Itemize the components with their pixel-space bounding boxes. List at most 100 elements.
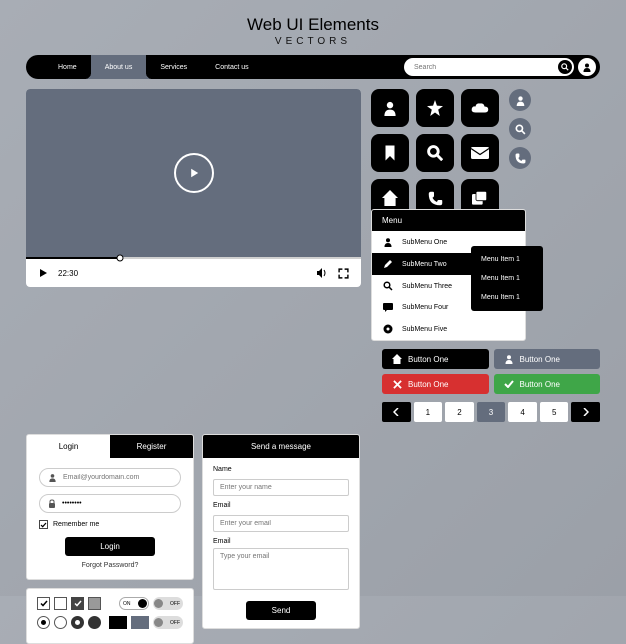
remember-label: Remember me [53, 521, 99, 528]
nav-about[interactable]: About us [91, 55, 147, 79]
chat-icon [383, 303, 393, 312]
fullscreen-icon[interactable] [338, 268, 349, 279]
video-timestamp: 22:30 [58, 269, 78, 278]
radio-empty[interactable] [54, 616, 67, 629]
page-next[interactable] [571, 402, 600, 422]
message-textarea[interactable] [213, 548, 349, 590]
toggle-off-2[interactable]: OFF [153, 616, 183, 629]
search-icon [383, 281, 393, 291]
video-screen[interactable] [26, 89, 361, 257]
button-black[interactable]: Button One [382, 349, 489, 369]
chevron-left-icon [393, 408, 399, 416]
check-icon [504, 380, 514, 388]
play-button[interactable] [174, 153, 214, 193]
avatar-button[interactable] [578, 58, 596, 76]
volume-icon[interactable] [316, 267, 328, 279]
name-input[interactable] [213, 479, 349, 496]
circle-search-icon[interactable] [509, 118, 531, 140]
nav-services[interactable]: Services [146, 55, 201, 79]
page-5[interactable]: 5 [540, 402, 569, 422]
checkbox-dark-checked[interactable] [71, 597, 84, 610]
pagination: 1 2 3 4 5 [382, 402, 600, 422]
checkbox-solid[interactable] [88, 597, 101, 610]
toggle-on[interactable]: ON [119, 597, 149, 610]
page-4[interactable]: 4 [508, 402, 537, 422]
button-grid: Button One Button One Button One Button … [382, 349, 600, 394]
menu-label: SubMenu Five [402, 326, 447, 333]
checkbox-empty[interactable] [54, 597, 67, 610]
radio-selected[interactable] [37, 616, 50, 629]
login-tab[interactable]: Login [27, 435, 110, 458]
flyout-item[interactable]: Menu Item 1 [471, 269, 543, 288]
email-input[interactable] [213, 515, 349, 532]
gear-icon [383, 324, 393, 334]
navbar: Home About us Services Contact us [26, 55, 600, 79]
radio-dark-empty[interactable] [88, 616, 101, 629]
person-icon [48, 473, 57, 482]
home-icon [392, 354, 402, 364]
email-field[interactable] [63, 474, 172, 481]
nav-home[interactable]: Home [44, 55, 91, 79]
email-field-wrap [39, 468, 181, 487]
button-green[interactable]: Button One [494, 374, 601, 394]
radio-dark-selected[interactable] [71, 616, 84, 629]
icon-grid [371, 89, 499, 217]
menu-label: SubMenu One [402, 239, 447, 246]
button-red[interactable]: Button One [382, 374, 489, 394]
send-button[interactable]: Send [246, 601, 316, 620]
forgot-link[interactable]: Forgot Password? [39, 562, 181, 569]
pencil-icon [383, 259, 393, 269]
menu-label: SubMenu Three [402, 283, 452, 290]
tile-star-icon[interactable] [416, 89, 454, 127]
remember-checkbox[interactable] [39, 520, 48, 529]
register-tab[interactable]: Register [110, 435, 193, 458]
flyout-item[interactable]: Menu Item 1 [471, 250, 543, 269]
circle-person-icon[interactable] [509, 89, 531, 111]
play-icon [187, 166, 201, 180]
search-input[interactable] [414, 64, 552, 71]
button-label: Button One [520, 380, 560, 389]
menu-header: Menu [372, 210, 525, 231]
play-small-icon[interactable] [38, 268, 48, 278]
remember-row[interactable]: Remember me [39, 520, 181, 529]
page-3[interactable]: 3 [477, 402, 506, 422]
menu-item-5[interactable]: SubMenu Five [372, 318, 525, 340]
lock-icon [48, 499, 56, 508]
close-icon [393, 380, 402, 389]
video-progress[interactable] [26, 257, 361, 259]
search-button[interactable] [558, 60, 572, 74]
button-gray[interactable]: Button One [494, 349, 601, 369]
person-icon [504, 354, 514, 364]
tile-cloud-icon[interactable] [461, 89, 499, 127]
search-bar [404, 58, 574, 76]
button-label: Button One [408, 380, 448, 389]
tile-bookmark-icon[interactable] [371, 134, 409, 172]
message-header: Send a message [203, 435, 359, 458]
login-button[interactable]: Login [65, 537, 155, 556]
page-title: Web UI Elements [26, 15, 600, 35]
flyout-menu: Menu Item 1 Menu Item 1 Menu Item 1 [471, 246, 543, 311]
checkbox-checked[interactable] [37, 597, 50, 610]
progress-handle[interactable] [116, 255, 123, 262]
email-label: Email [213, 502, 349, 509]
page-1[interactable]: 1 [414, 402, 443, 422]
swatch-black[interactable] [109, 616, 127, 629]
button-label: Button One [408, 355, 448, 364]
tile-person-icon[interactable] [371, 89, 409, 127]
page-prev[interactable] [382, 402, 411, 422]
circle-phone-icon[interactable] [509, 147, 531, 169]
page-2[interactable]: 2 [445, 402, 474, 422]
name-label: Name [213, 466, 349, 473]
swatch-slate[interactable] [131, 616, 149, 629]
page-subtitle: VECTORS [26, 36, 600, 47]
password-field[interactable] [62, 500, 172, 507]
tile-search-icon[interactable] [416, 134, 454, 172]
circle-icons [509, 89, 531, 169]
toggle-off[interactable]: OFF [153, 597, 183, 610]
message-panel: Send a message Name Email Email Send [202, 434, 360, 629]
video-player: 22:30 [26, 89, 361, 287]
person-icon [383, 237, 393, 247]
flyout-item[interactable]: Menu Item 1 [471, 288, 543, 307]
tile-mail-icon[interactable] [461, 134, 499, 172]
nav-contact[interactable]: Contact us [201, 55, 262, 79]
